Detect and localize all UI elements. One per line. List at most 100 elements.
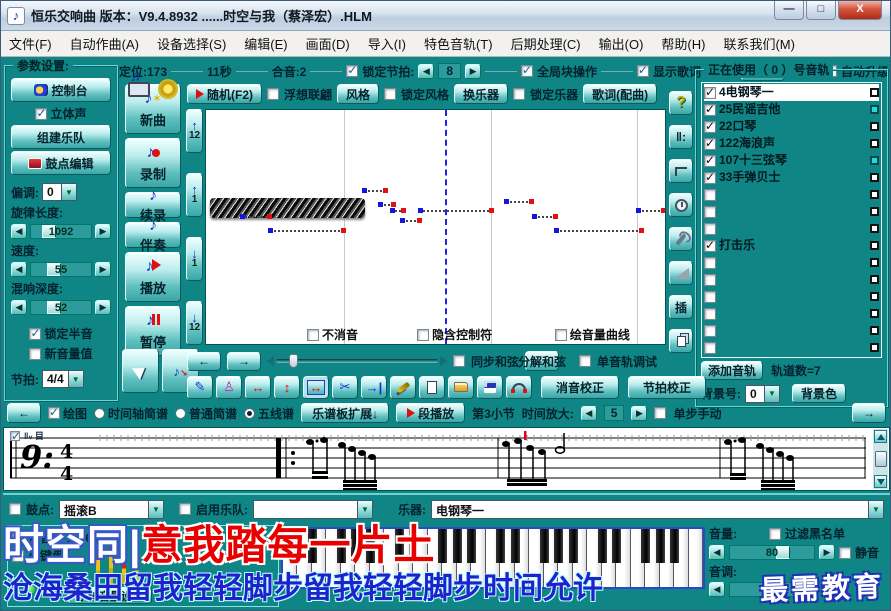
track-checkbox[interactable]: [704, 189, 716, 201]
glide-checkbox[interactable]: [12, 532, 24, 544]
volume-ramp-button[interactable]: [669, 261, 693, 285]
stretch-horizontal-tool[interactable]: ↔: [245, 376, 271, 399]
piano-black-key[interactable]: [511, 529, 520, 563]
piano-black-key[interactable]: [293, 529, 302, 563]
piano-black-key[interactable]: [438, 529, 447, 563]
track-indicator[interactable]: [870, 88, 879, 97]
piano-keyboard[interactable]: [281, 527, 705, 589]
reverb-left-arrow[interactable]: ◀: [11, 300, 27, 315]
system-volume-button[interactable]: 系统音量设置: [68, 587, 152, 604]
time-signature-select[interactable]: 4/4 ▼: [42, 370, 84, 388]
transpose-up-12-button[interactable]: ↑ 12: [186, 109, 203, 153]
piano-black-key[interactable]: [409, 529, 418, 563]
new-file-button[interactable]: [419, 376, 445, 399]
staff-prev-button[interactable]: ←: [7, 403, 41, 423]
slider-right-icon[interactable]: [440, 356, 447, 366]
scroll-left-button[interactable]: ←: [187, 352, 221, 371]
drum-checkbox[interactable]: [9, 503, 21, 515]
menu-item[interactable]: 导入(I): [368, 34, 406, 53]
piano-black-key[interactable]: [395, 529, 404, 563]
note-segment[interactable]: [506, 201, 532, 203]
melody-left-arrow[interactable]: ◀: [11, 224, 27, 239]
piano-black-key[interactable]: [540, 529, 549, 563]
timeline-notation-radio[interactable]: [94, 408, 105, 419]
lock-beat-checkbox[interactable]: [346, 65, 358, 77]
piano-black-key[interactable]: [598, 529, 607, 563]
track-row[interactable]: 打击乐: [704, 237, 879, 254]
track-row[interactable]: 122海浪声: [704, 135, 879, 152]
change-instrument-button[interactable]: 换乐器: [454, 84, 508, 104]
note-segment[interactable]: [638, 210, 664, 212]
track-checkbox[interactable]: [704, 325, 716, 337]
insert-button[interactable]: 插: [669, 295, 693, 319]
staff-mini-checkbox[interactable]: [10, 431, 20, 441]
speed-right-arrow[interactable]: ▶: [95, 262, 111, 277]
instrument-select[interactable]: 电钢琴一 ▼: [431, 500, 884, 519]
transpose-up-1-button[interactable]: ↑ 1: [186, 173, 203, 217]
lyrics-fit-button[interactable]: 歌词(配曲): [583, 84, 657, 104]
menu-item[interactable]: 编辑(E): [244, 34, 287, 53]
track-checkbox[interactable]: [704, 257, 716, 269]
track-row[interactable]: 22口琴: [704, 118, 879, 135]
track-indicator[interactable]: [870, 156, 879, 165]
enable-band-checkbox[interactable]: [179, 503, 191, 515]
track-row[interactable]: [704, 305, 879, 322]
note-segment[interactable]: [242, 216, 270, 218]
random-button[interactable]: 随机(F2): [187, 84, 262, 104]
beat-correction-button[interactable]: 节拍校正: [628, 376, 706, 399]
menu-item[interactable]: 设备选择(S): [157, 34, 226, 53]
piano-black-key[interactable]: [569, 529, 578, 563]
piano-black-key[interactable]: [641, 529, 650, 563]
track-indicator[interactable]: [870, 292, 879, 301]
track-row[interactable]: [704, 186, 879, 203]
menu-item[interactable]: 画面(D): [306, 34, 350, 53]
piano-black-key[interactable]: [612, 529, 621, 563]
staff-scroll-down-button[interactable]: [874, 475, 887, 488]
track-checkbox[interactable]: [704, 274, 716, 286]
expand-score-button[interactable]: 乐谱板扩展↓: [301, 403, 389, 423]
speed-scrollbar[interactable]: ◀ 55 ▶: [11, 262, 111, 277]
note-pen-tool[interactable]: ✎: [187, 376, 213, 399]
volume-slider[interactable]: ◀ 80 ▶ 静音: [709, 544, 887, 561]
single-step-checkbox[interactable]: [654, 407, 666, 419]
track-row[interactable]: [704, 220, 879, 237]
track-checkbox[interactable]: [704, 342, 716, 354]
track-indicator[interactable]: [870, 326, 879, 335]
volume-down-button[interactable]: ◀: [709, 545, 725, 560]
arpeggio-button[interactable]: 分解和弦: [525, 351, 559, 371]
clock-button[interactable]: [669, 193, 693, 217]
tie-tool[interactable]: [506, 376, 532, 399]
stretch-vertical-tool[interactable]: ↕: [274, 376, 300, 399]
track-checkbox[interactable]: [704, 104, 716, 116]
note-segment[interactable]: [380, 204, 394, 206]
track-indicator[interactable]: [870, 241, 879, 250]
note-segment[interactable]: [534, 216, 556, 218]
background-number-select[interactable]: 0 ▼: [745, 385, 780, 403]
piano-white-key[interactable]: [689, 529, 703, 587]
staff-scrollbar[interactable]: [873, 429, 888, 489]
lock-instrument-checkbox[interactable]: [513, 88, 525, 100]
global-block-checkbox[interactable]: [521, 65, 533, 77]
track-row[interactable]: 25民谣吉他: [704, 101, 879, 118]
track-row[interactable]: [704, 271, 879, 288]
numpad-checkbox[interactable]: [12, 550, 24, 562]
track-indicator[interactable]: [870, 258, 879, 267]
segment-play-button[interactable]: 段播放: [396, 403, 465, 423]
track-indicator[interactable]: [870, 122, 879, 131]
track-indicator[interactable]: [870, 173, 879, 182]
piano-black-key[interactable]: [467, 529, 476, 563]
new-volume-checkbox[interactable]: [29, 348, 41, 360]
draw-checkbox[interactable]: [48, 407, 60, 419]
track-checkbox[interactable]: [704, 240, 716, 252]
track-row[interactable]: [704, 288, 879, 305]
staff-scroll-up-button[interactable]: [874, 430, 887, 443]
track-indicator[interactable]: [870, 275, 879, 284]
style-button[interactable]: 风格: [337, 84, 379, 104]
note-segment[interactable]: [402, 220, 420, 222]
show-lyrics-checkbox[interactable]: [637, 65, 649, 77]
track-checkbox[interactable]: [704, 87, 716, 99]
detune-select[interactable]: 0 ▼: [42, 183, 77, 201]
track-indicator[interactable]: [870, 224, 879, 233]
piano-roll[interactable]: 不消音 隐含控制符 绘音量曲线: [205, 109, 666, 345]
slider-left-icon[interactable]: [267, 356, 274, 366]
